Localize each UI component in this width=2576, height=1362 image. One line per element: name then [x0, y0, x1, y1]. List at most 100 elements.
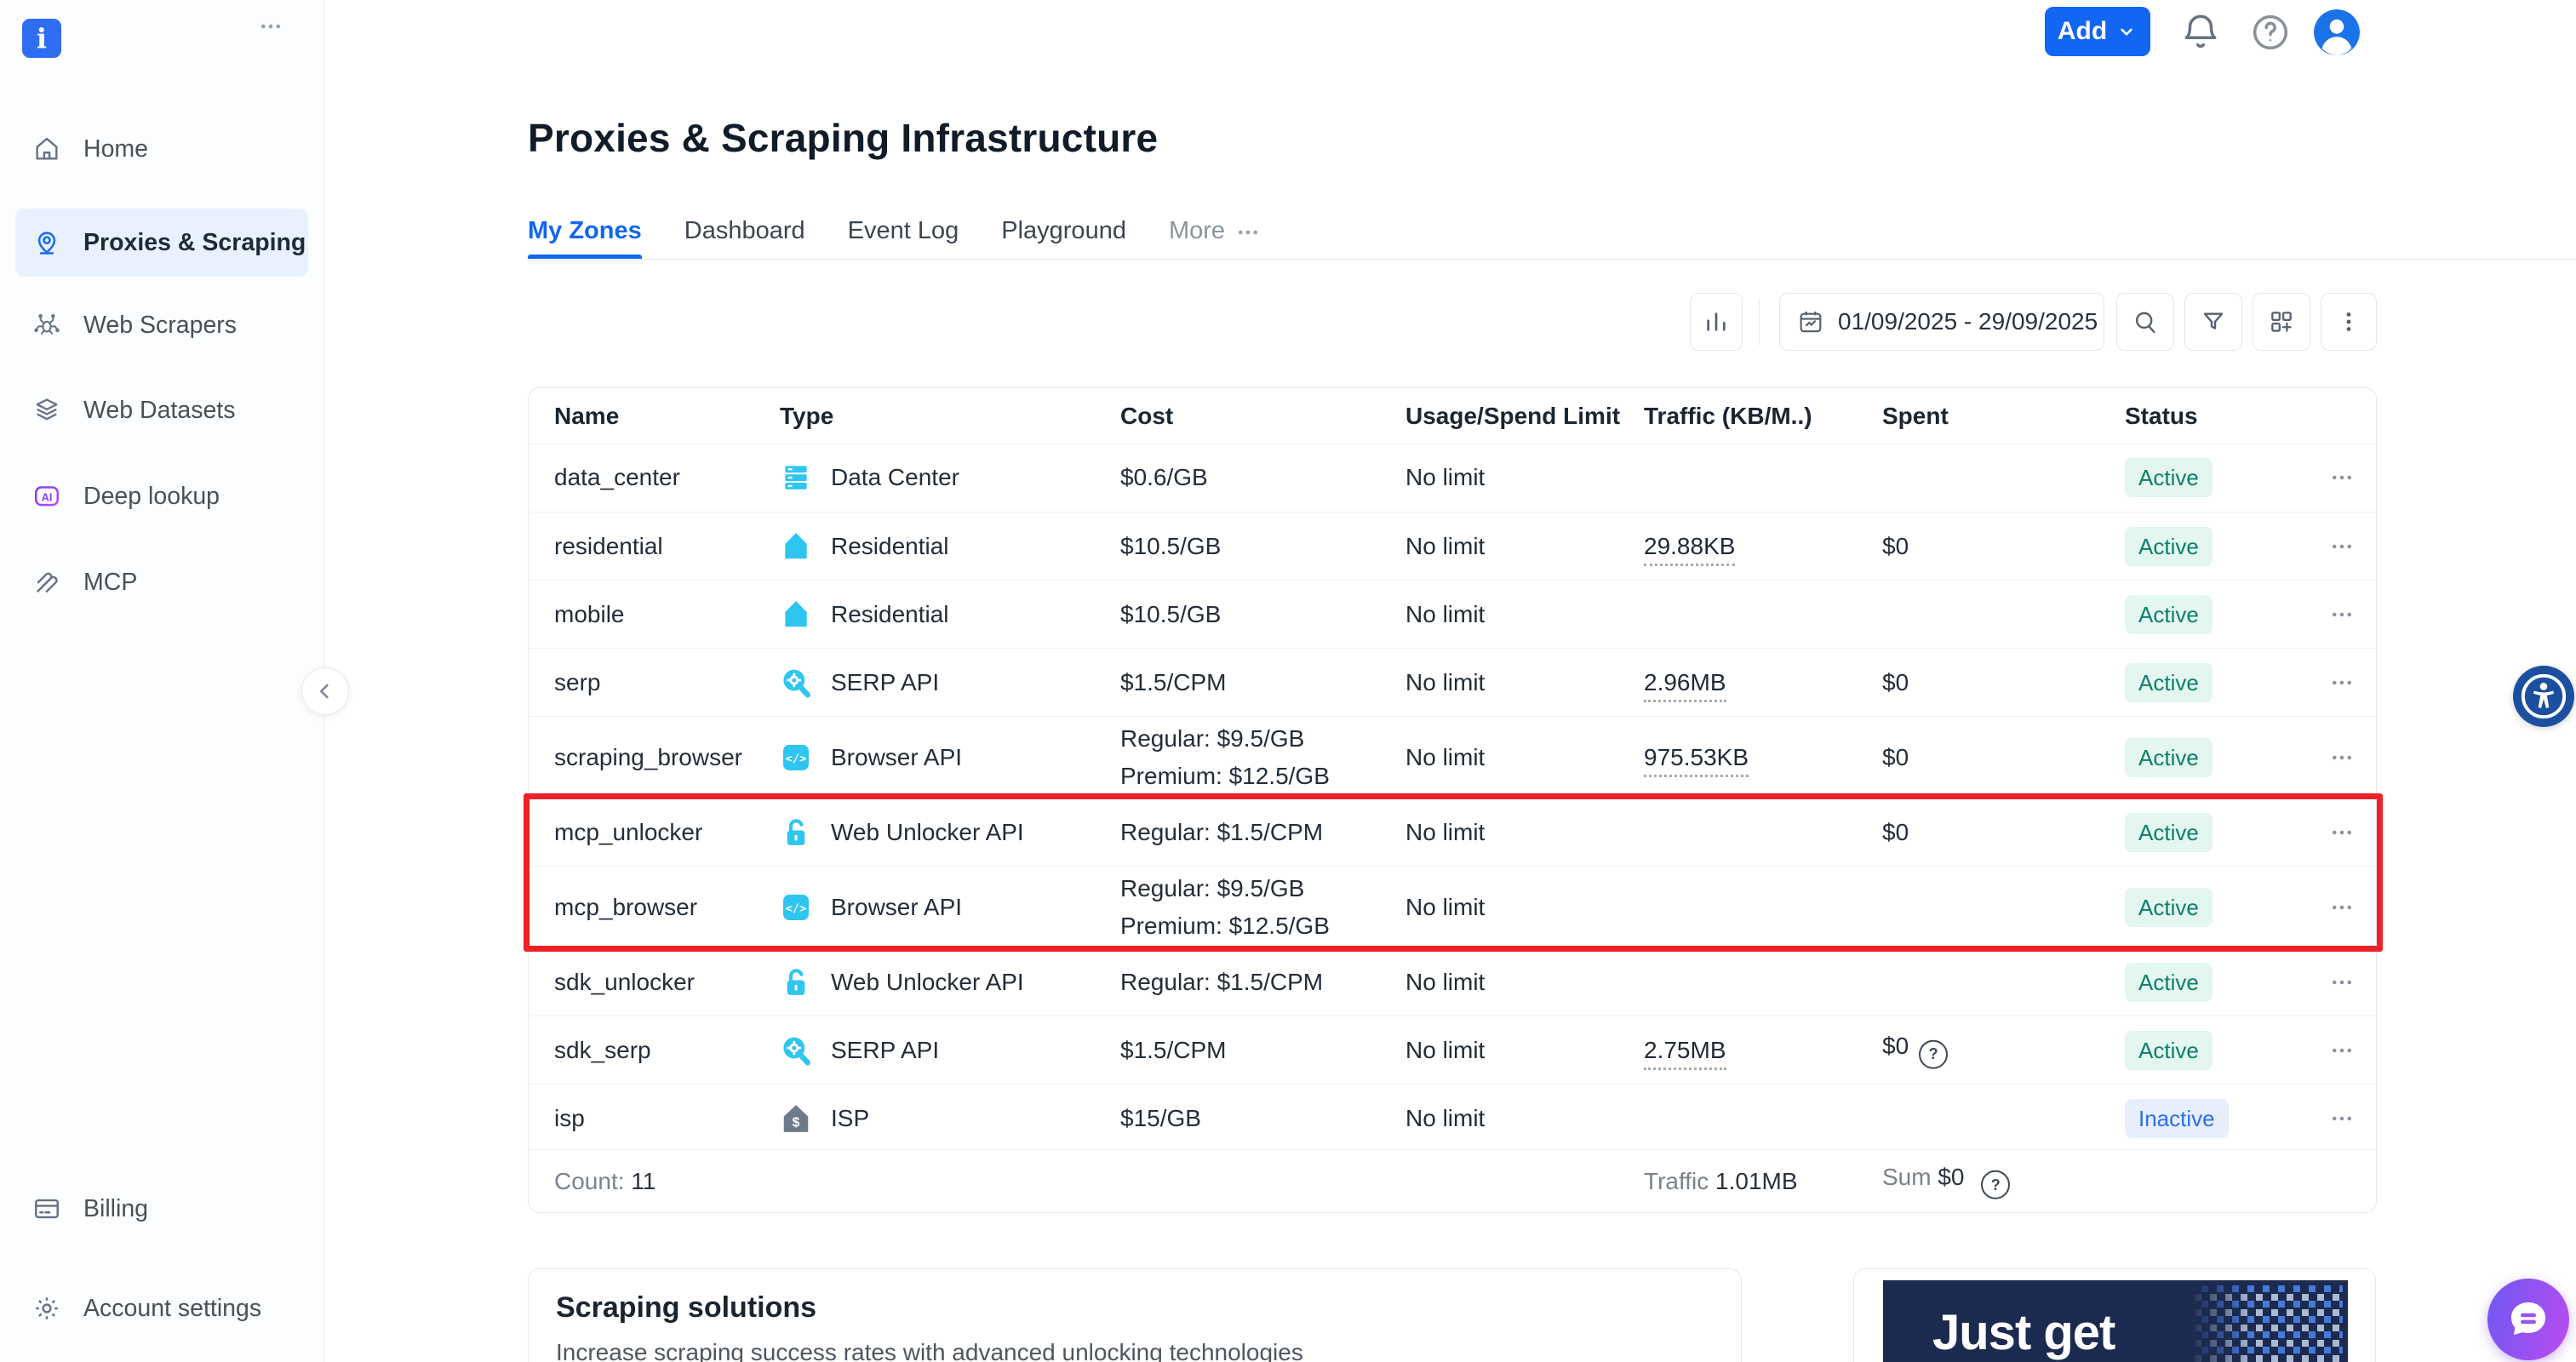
- sidebar-item-home[interactable]: Home: [0, 115, 323, 183]
- layers-icon: [32, 396, 61, 425]
- row-actions-button[interactable]: [2323, 465, 2361, 490]
- tab-more[interactable]: More: [1169, 213, 1261, 259]
- svg-text:AI: AI: [42, 490, 53, 503]
- column-header-spent: Spent: [1882, 403, 1949, 430]
- zone-traffic-link[interactable]: 2.96MB: [1644, 669, 1726, 702]
- sidebar: i Home Proxies & Scraping Web Scrapers Web …: [0, 0, 324, 1362]
- zone-name: data_center: [554, 464, 680, 491]
- zone-usage-limit: No limit: [1405, 1105, 1485, 1132]
- zone-cost-line: $10.5/GB: [1120, 533, 1221, 560]
- accessibility-icon: [2519, 672, 2568, 721]
- unlock-type-icon: [780, 966, 812, 999]
- columns-settings-button[interactable]: [2253, 293, 2310, 351]
- page-title: Proxies & Scraping Infrastructure: [528, 115, 1158, 161]
- zone-count: Count: 11: [554, 1168, 655, 1195]
- table-row-mcp-unlocker: mcp_unlockerWeb Unlocker APIRegular: $1.…: [529, 798, 2376, 867]
- zone-traffic-link[interactable]: 29.88KB: [1644, 533, 1735, 566]
- row-actions-button[interactable]: [2323, 602, 2361, 627]
- search-icon: [2132, 308, 2159, 335]
- table-row-scraping-browser: scraping_browser</>Browser APIRegular: $…: [529, 716, 2376, 798]
- svg-text:$: $: [793, 1116, 800, 1130]
- tab-label: Dashboard: [684, 213, 805, 249]
- sidebar-menu-dots-icon[interactable]: [252, 14, 289, 39]
- row-actions-button[interactable]: [2323, 970, 2361, 995]
- house-type-icon: [780, 530, 812, 563]
- row-actions-button[interactable]: [2323, 895, 2361, 920]
- zone-type: Data Center: [780, 461, 959, 494]
- sidebar-item-label: Web Datasets: [83, 376, 235, 444]
- add-button-label: Add: [2058, 17, 2107, 46]
- spider-icon: [32, 311, 61, 340]
- zone-traffic-link[interactable]: 975.53KB: [1644, 744, 1749, 777]
- chat-bubble-icon: [2505, 1296, 2551, 1342]
- zone-cost-line: Regular: $1.5/CPM: [1120, 819, 1323, 846]
- zone-usage-limit: No limit: [1405, 464, 1485, 491]
- chevron-down-icon: [2115, 20, 2138, 43]
- zone-name: isp: [554, 1105, 585, 1132]
- status-badge: Active: [2125, 813, 2212, 852]
- zone-type: Web Unlocker API: [780, 816, 1024, 849]
- zone-traffic-link[interactable]: 2.75MB: [1644, 1037, 1726, 1070]
- sidebar-item-proxies-scraping[interactable]: Proxies & Scraping: [15, 209, 308, 277]
- zone-spent: $0: [1882, 744, 1909, 771]
- table-header-row: NameTypeCostUsage/Spend LimitTraffic (KB…: [529, 388, 2376, 444]
- status-badge: Active: [2125, 663, 2212, 702]
- tab-label: Playground: [1001, 213, 1126, 249]
- zone-cost: Regular: $9.5/GBPremium: $12.5/GB: [1120, 875, 1330, 940]
- zone-status: Active: [2125, 464, 2212, 491]
- zone-cost-line: Regular: $1.5/CPM: [1120, 969, 1323, 996]
- column-header-cost: Cost: [1120, 403, 1173, 430]
- row-actions-button[interactable]: [2323, 1106, 2361, 1131]
- row-actions-button[interactable]: [2323, 1038, 2361, 1063]
- sidebar-item-deep-lookup[interactable]: AIDeep lookup: [0, 462, 323, 530]
- tab-playground[interactable]: Playground: [1001, 213, 1126, 259]
- column-header-usage-spend-limit: Usage/Spend Limit: [1405, 403, 1620, 430]
- spent-help-icon[interactable]: ?: [1919, 1039, 1948, 1068]
- row-actions-button[interactable]: [2323, 670, 2361, 695]
- column-header-type: Type: [780, 403, 833, 430]
- zone-status: Active: [2125, 669, 2212, 696]
- promo-card[interactable]: Just get: [1853, 1268, 2376, 1362]
- tab-dashboard[interactable]: Dashboard: [684, 213, 805, 259]
- zone-cost-line: $0.6/GB: [1120, 464, 1208, 491]
- zone-traffic: 2.75MB: [1644, 1037, 1726, 1064]
- zone-status: Active: [2125, 601, 2212, 628]
- chart-view-button[interactable]: [1690, 293, 1743, 351]
- user-avatar[interactable]: [2314, 9, 2360, 55]
- sidebar-item-mcp[interactable]: MCP: [0, 548, 323, 616]
- pin-icon: [32, 228, 61, 257]
- count-value: 11: [631, 1168, 655, 1194]
- status-badge: Active: [2125, 738, 2212, 777]
- zone-type: $ISP: [780, 1102, 869, 1135]
- sidebar-item-web-datasets[interactable]: Web Datasets: [0, 376, 323, 444]
- table-row-sdk-serp: sdk_serpSERP API$1.5/CPMNo limit2.75MB$0…: [529, 1016, 2376, 1084]
- sidebar-collapse-button[interactable]: [301, 667, 349, 715]
- chat-widget-button[interactable]: [2487, 1279, 2569, 1360]
- isp-type-icon: $: [780, 1102, 812, 1135]
- zone-spent: $0: [1882, 819, 1909, 846]
- add-button[interactable]: Add: [2045, 7, 2150, 56]
- sidebar-item-web-scrapers[interactable]: Web Scrapers: [0, 291, 323, 359]
- zone-spent-value: $0: [1882, 819, 1909, 845]
- zone-cost: Regular: $1.5/CPM: [1120, 819, 1323, 846]
- notifications-bell-icon[interactable]: [2179, 11, 2222, 54]
- row-actions-button[interactable]: [2323, 745, 2361, 770]
- row-actions-button[interactable]: [2323, 534, 2361, 559]
- tab-event-log[interactable]: Event Log: [848, 213, 959, 259]
- zone-cost: $10.5/GB: [1120, 533, 1221, 560]
- search-button[interactable]: [2116, 293, 2174, 351]
- accessibility-widget-button[interactable]: [2513, 666, 2574, 727]
- zone-cost: $15/GB: [1120, 1105, 1201, 1132]
- brand-logo[interactable]: i: [22, 19, 61, 58]
- sidebar-item-account-settings[interactable]: Account settings: [0, 1274, 323, 1342]
- sidebar-item-label: Web Scrapers: [83, 291, 237, 359]
- sidebar-item-billing[interactable]: Billing: [0, 1175, 323, 1243]
- date-range-picker[interactable]: 01/09/2025 - 29/09/2025: [1779, 293, 2104, 351]
- row-actions-button[interactable]: [2323, 820, 2361, 845]
- help-icon[interactable]: [2249, 11, 2292, 54]
- filter-button[interactable]: [2184, 293, 2242, 351]
- zone-status: Inactive: [2125, 1105, 2229, 1132]
- table-options-button[interactable]: [2321, 293, 2377, 351]
- tab-my-zones[interactable]: My Zones: [528, 213, 642, 259]
- sum-help-icon[interactable]: ?: [1981, 1170, 2010, 1199]
